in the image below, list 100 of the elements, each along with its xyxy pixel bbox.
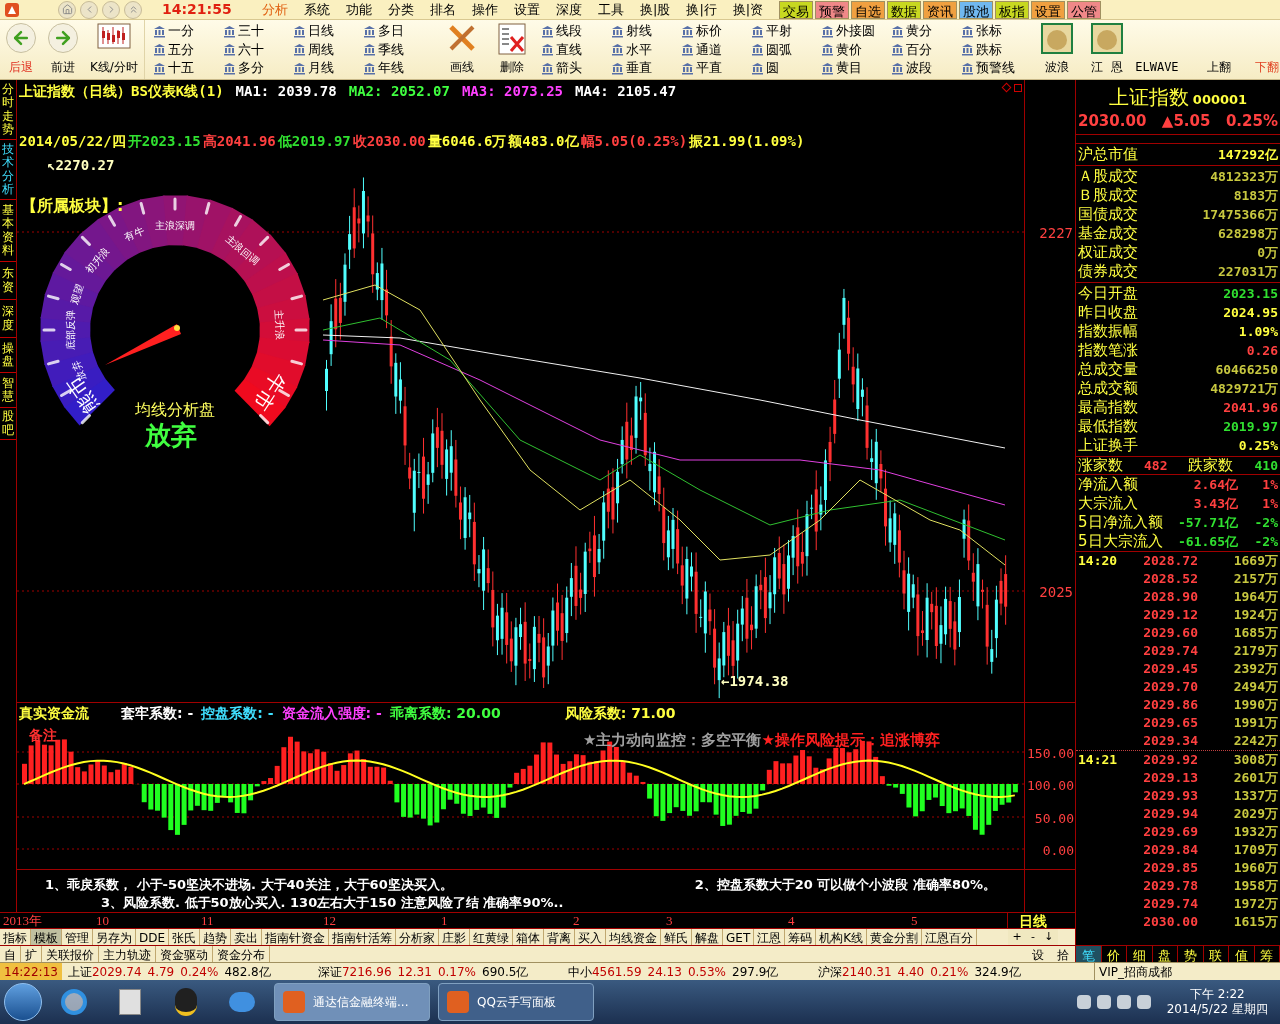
draw-tool-button[interactable]: 平射 (750, 22, 821, 40)
menu-item[interactable]: 深度 (548, 0, 590, 20)
side-tab[interactable]: 技术分析 (0, 140, 16, 200)
side-tab[interactable]: 智慧 (0, 373, 16, 408)
menu-item[interactable]: 功能 (338, 0, 380, 20)
template-tab[interactable]: 庄影 (439, 929, 471, 945)
draw-tool-button[interactable]: 外接圆 (820, 22, 891, 40)
quick-button[interactable]: 交易 (779, 0, 814, 19)
draw-tool-button[interactable]: 跌标 (960, 40, 1031, 59)
template-tab[interactable]: 分析家 (396, 929, 440, 945)
period-button[interactable]: 三十 (222, 22, 293, 40)
side-tab[interactable]: 深度 (0, 300, 16, 338)
draw-tool-button[interactable]: 圆弧 (750, 40, 821, 59)
taskbar-window[interactable]: QQ云手写面板 (438, 983, 594, 1021)
template-tab[interactable]: 黄金分割 (867, 929, 923, 945)
template-tab[interactable]: 鲜氏 (661, 929, 693, 945)
period-button[interactable]: 一分 (152, 22, 223, 40)
menu-item[interactable]: 换|资 (724, 0, 772, 20)
panel-control-button[interactable]: ↓ (1042, 929, 1056, 945)
template-tab[interactable]: 管理 (62, 929, 93, 945)
period-button[interactable]: 多日 (362, 22, 433, 40)
draw-tool-button[interactable]: 波段 (890, 59, 961, 77)
quick-button[interactable]: 自选 (851, 0, 886, 19)
menu-item[interactable]: 换|行 (678, 0, 725, 20)
side-tab[interactable]: 基本资料 (0, 200, 16, 262)
menu-item[interactable]: 操作 (464, 0, 506, 20)
menu-item[interactable]: 排名 (422, 0, 464, 20)
period-button[interactable]: 月线 (292, 59, 363, 77)
side-tab[interactable]: 股吧 (0, 408, 16, 440)
draw-tool-button[interactable]: 直线 (540, 40, 611, 59)
detail-tab[interactable]: 笔 (1076, 946, 1102, 962)
menu-item[interactable]: 设置 (506, 0, 548, 20)
template-tab[interactable]: 均线资金 (606, 929, 662, 945)
panel-control-button[interactable]: 拾 (1056, 946, 1069, 962)
menu-item[interactable]: 系统 (296, 0, 338, 20)
template-tab[interactable]: 机构K线 (816, 929, 868, 945)
draw-tool-button[interactable]: 水平 (610, 40, 681, 59)
draw-tool-button[interactable]: 张标 (960, 22, 1031, 40)
quick-button[interactable]: 公管 (1067, 0, 1102, 19)
toolbar-button[interactable]: 画线 (440, 20, 483, 79)
template-tab[interactable]: 指标 (0, 929, 31, 945)
template-tab[interactable]: 卖出 (231, 929, 263, 945)
period-button[interactable]: 日线 (292, 22, 363, 40)
page-button[interactable]: 下翻 (1246, 58, 1280, 79)
template-tab[interactable]: 指南针资金 (262, 929, 330, 945)
menu-item[interactable]: 工具 (590, 0, 632, 20)
home-button[interactable] (58, 0, 76, 19)
draw-tool-button[interactable]: 垂直 (610, 59, 681, 77)
panel-control-button[interactable]: 设 (1031, 946, 1044, 962)
period-button[interactable]: 年线 (362, 59, 433, 77)
draw-tool-button[interactable]: 黄目 (820, 59, 891, 77)
toolbar-button[interactable]: 前进 (42, 20, 84, 79)
draw-tool-button[interactable]: 平直 (680, 59, 751, 77)
side-tab[interactable]: 操盘 (0, 338, 16, 373)
template-tab[interactable]: 江恩百分 (922, 929, 978, 945)
template-tab[interactable]: 红黄绿 (470, 929, 514, 945)
toolbar-button[interactable]: 江 恩 (1084, 20, 1129, 79)
period-button[interactable]: 周线 (292, 40, 363, 59)
period-button[interactable]: 十五 (152, 59, 223, 77)
quick-button[interactable]: 设置 (1031, 0, 1066, 19)
draw-tool-button[interactable]: 线段 (540, 22, 611, 40)
period-button[interactable]: 季线 (362, 40, 433, 59)
draw-tool-button[interactable]: 黄价 (820, 40, 891, 59)
toolbar-button[interactable]: 后退 (0, 20, 42, 79)
menu-item[interactable]: 换|股 (632, 0, 679, 20)
template-tab[interactable]: 指南针活筹 (329, 929, 397, 945)
template-tab[interactable]: 箱体 (513, 929, 545, 945)
panel-control-button[interactable]: + (1010, 929, 1024, 945)
quick-button[interactable]: 预警 (815, 0, 850, 19)
draw-tool-button[interactable]: 黄分 (890, 22, 961, 40)
toolbar-button[interactable]: 删除 (490, 20, 533, 79)
template-tab[interactable]: 张氏 (169, 929, 201, 945)
quick-button[interactable]: 板指 (995, 0, 1030, 19)
toolbar-button[interactable]: 波浪 (1034, 20, 1079, 79)
quick-button[interactable]: 数据 (887, 0, 922, 19)
draw-tool-button[interactable]: 标价 (680, 22, 751, 40)
template-tab[interactable]: 买入 (575, 929, 607, 945)
draw-tool-button[interactable]: 箭头 (540, 59, 611, 77)
template-tab[interactable]: GET (723, 929, 755, 945)
template-tab[interactable]: 江恩 (754, 929, 786, 945)
draw-tool-button[interactable]: 通道 (680, 40, 751, 59)
draw-tool-button[interactable]: 圆 (750, 59, 821, 77)
draw-tool-button[interactable]: 射线 (610, 22, 681, 40)
period-button[interactable]: 六十 (222, 40, 293, 59)
template-tab[interactable]: 筹码 (785, 929, 817, 945)
side-tab[interactable]: 东资 (0, 262, 16, 300)
toolbar-button[interactable]: K线/分时 (84, 20, 144, 79)
template-tab[interactable]: 背离 (544, 929, 576, 945)
period-button[interactable]: 多分 (222, 59, 293, 77)
quick-button[interactable]: 股池 (959, 0, 994, 19)
draw-tool-button[interactable]: 预警线 (960, 59, 1031, 77)
panel-control-button[interactable]: - (1029, 929, 1037, 945)
draw-tool-button[interactable]: 百分 (890, 40, 961, 59)
template-tab[interactable]: 解盘 (692, 929, 724, 945)
period-button[interactable]: 五分 (152, 40, 223, 59)
template-tab[interactable]: 模板 (31, 929, 62, 945)
start-button[interactable] (4, 983, 42, 1021)
menu-item[interactable]: 分类 (380, 0, 422, 20)
toolbar-button[interactable]: ELWAVE (1134, 20, 1179, 79)
quick-button[interactable]: 资讯 (923, 0, 958, 19)
